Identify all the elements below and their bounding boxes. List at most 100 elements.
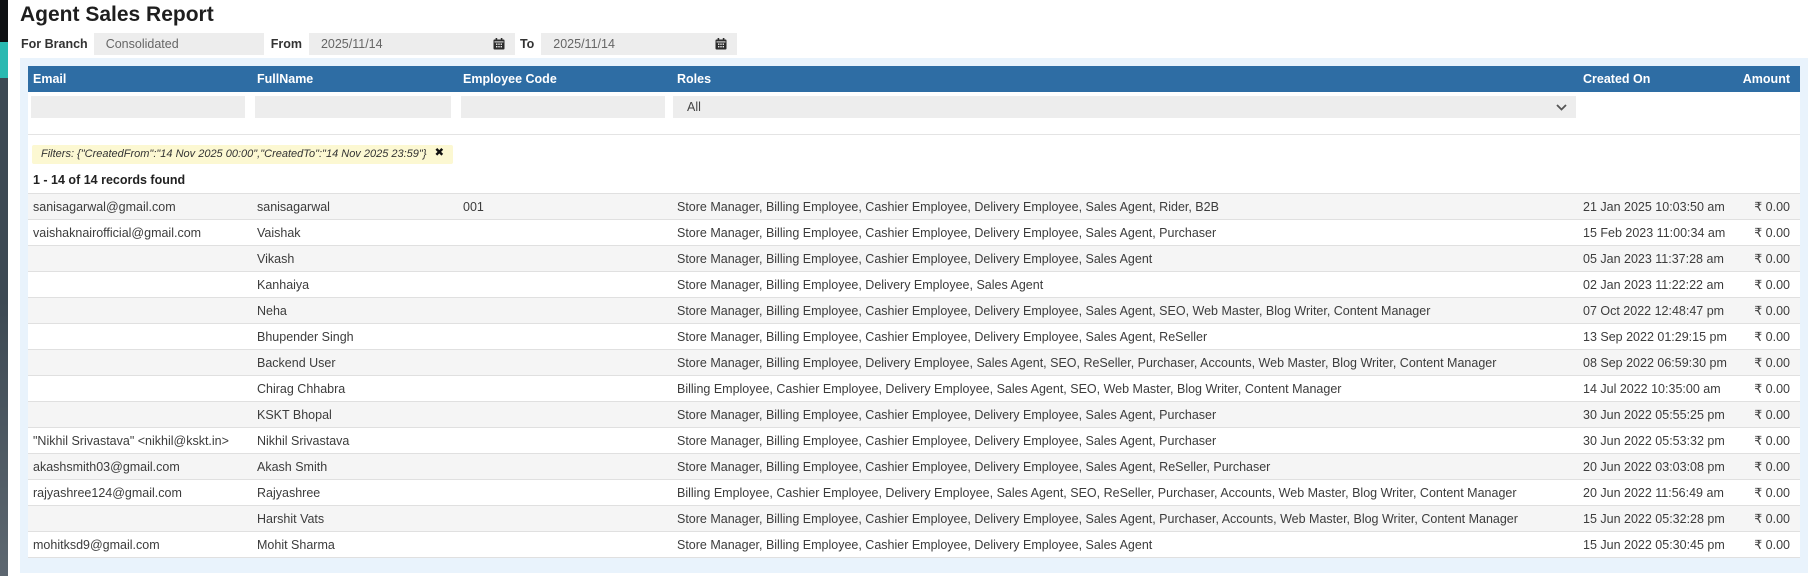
cell-employee-code bbox=[458, 375, 672, 402]
table-row: mohitksd9@gmail.com Mohit Sharma Store M… bbox=[28, 531, 1800, 558]
cell-employee-code bbox=[458, 245, 672, 272]
results-meta: Filters: {"CreatedFrom":"14 Nov 2025 00:… bbox=[28, 134, 1800, 187]
cell-created-on: 20 Jun 2022 11:56:49 am bbox=[1578, 479, 1735, 506]
page-title: Agent Sales Report bbox=[20, 3, 214, 26]
table-row: akashsmith03@gmail.com Akash Smith Store… bbox=[28, 453, 1800, 480]
cell-fullname: Nikhil Srivastava bbox=[252, 427, 458, 454]
table-row: Backend User Store Manager, Billing Empl… bbox=[28, 349, 1800, 376]
cell-email bbox=[28, 349, 252, 376]
clear-filters-icon[interactable]: ✖ bbox=[435, 148, 445, 160]
table-row: Bhupender Singh Store Manager, Billing E… bbox=[28, 323, 1800, 350]
cell-created-on: 14 Jul 2022 10:35:00 am bbox=[1578, 375, 1735, 402]
cell-roles: Store Manager, Billing Employee, Deliver… bbox=[672, 349, 1578, 376]
records-count: 1 - 14 of 14 records found bbox=[33, 173, 186, 187]
to-date-input[interactable]: 2025/11/14 bbox=[541, 33, 738, 55]
report-controls: For Branch From 2025/11/14 To 2025/11/14 bbox=[21, 33, 1818, 55]
cell-email bbox=[28, 271, 252, 298]
cell-roles: Billing Employee, Cashier Employee, Deli… bbox=[672, 479, 1578, 506]
column-header-created-on[interactable]: Created On bbox=[1578, 66, 1735, 92]
table-row: Chirag Chhabra Billing Employee, Cashier… bbox=[28, 375, 1800, 402]
calendar-icon[interactable] bbox=[715, 38, 727, 50]
cell-employee-code bbox=[458, 349, 672, 376]
active-filters-chip: Filters: {"CreatedFrom":"14 Nov 2025 00:… bbox=[32, 145, 454, 164]
cell-amount: ₹ 0.00 bbox=[1735, 271, 1800, 298]
cell-created-on: 02 Jan 2023 11:22:22 am bbox=[1578, 271, 1735, 298]
cell-amount: ₹ 0.00 bbox=[1735, 453, 1800, 480]
sidebar-active-item-indicator[interactable] bbox=[0, 42, 8, 78]
cell-email bbox=[28, 323, 252, 350]
chevron-down-icon bbox=[1556, 103, 1567, 111]
cell-amount: ₹ 0.00 bbox=[1735, 531, 1800, 558]
cell-email bbox=[28, 245, 252, 272]
table-row: Neha Store Manager, Billing Employee, Ca… bbox=[28, 297, 1800, 324]
table-row: KSKT Bhopal Store Manager, Billing Emplo… bbox=[28, 401, 1800, 428]
cell-roles: Store Manager, Billing Employee, Cashier… bbox=[672, 193, 1578, 220]
cell-roles: Store Manager, Billing Employee, Cashier… bbox=[672, 427, 1578, 454]
sidebar-segment-body bbox=[0, 78, 8, 576]
cell-amount: ₹ 0.00 bbox=[1735, 245, 1800, 272]
table-body: sanisagarwal@gmail.com sanisagarwal 001 … bbox=[28, 193, 1800, 558]
cell-amount: ₹ 0.00 bbox=[1735, 219, 1800, 246]
branch-input[interactable] bbox=[93, 33, 264, 55]
cell-roles: Store Manager, Billing Employee, Cashier… bbox=[672, 297, 1578, 324]
cell-employee-code: 001 bbox=[458, 193, 672, 220]
table-row: Harshit Vats Store Manager, Billing Empl… bbox=[28, 505, 1800, 532]
cell-roles: Store Manager, Billing Employee, Cashier… bbox=[672, 505, 1578, 532]
cell-created-on: 08 Sep 2022 06:59:30 pm bbox=[1578, 349, 1735, 376]
column-header-fullname[interactable]: FullName bbox=[252, 66, 458, 92]
cell-amount: ₹ 0.00 bbox=[1735, 505, 1800, 532]
cell-employee-code bbox=[458, 453, 672, 480]
roles-filter-select[interactable]: All bbox=[673, 96, 1576, 118]
cell-fullname: Kanhaiya bbox=[252, 271, 458, 298]
table-row: Kanhaiya Store Manager, Billing Employee… bbox=[28, 271, 1800, 298]
calendar-icon[interactable] bbox=[493, 38, 505, 50]
cell-employee-code bbox=[458, 479, 672, 506]
cell-email bbox=[28, 375, 252, 402]
cell-email bbox=[28, 505, 252, 532]
column-header-roles[interactable]: Roles bbox=[672, 66, 1578, 92]
cell-amount: ₹ 0.00 bbox=[1735, 349, 1800, 376]
cell-roles: Store Manager, Billing Employee, Cashier… bbox=[672, 401, 1578, 428]
cell-roles: Billing Employee, Cashier Employee, Deli… bbox=[672, 375, 1578, 402]
cell-employee-code bbox=[458, 297, 672, 324]
cell-created-on: 20 Jun 2022 03:03:08 pm bbox=[1578, 453, 1735, 480]
cell-fullname: Backend User bbox=[252, 349, 458, 376]
cell-roles: Store Manager, Billing Employee, Cashier… bbox=[672, 245, 1578, 272]
cell-created-on: 30 Jun 2022 05:53:32 pm bbox=[1578, 427, 1735, 454]
cell-amount: ₹ 0.00 bbox=[1735, 297, 1800, 324]
cell-fullname: Vaishak bbox=[252, 219, 458, 246]
cell-roles: Store Manager, Billing Employee, Cashier… bbox=[672, 531, 1578, 558]
cell-email bbox=[28, 297, 252, 324]
cell-fullname: Chirag Chhabra bbox=[252, 375, 458, 402]
table-row: "Nikhil Srivastava" <nikhil@kskt.in> Nik… bbox=[28, 427, 1800, 454]
collapsed-sidebar[interactable] bbox=[0, 0, 8, 576]
cell-amount: ₹ 0.00 bbox=[1735, 375, 1800, 402]
cell-employee-code bbox=[458, 323, 672, 350]
from-date-input[interactable]: 2025/11/14 bbox=[308, 33, 515, 55]
cell-employee-code bbox=[458, 401, 672, 428]
cell-amount: ₹ 0.00 bbox=[1735, 193, 1800, 220]
column-header-employee-code[interactable]: Employee Code bbox=[458, 66, 672, 92]
cell-roles: Store Manager, Billing Employee, Cashier… bbox=[672, 219, 1578, 246]
branch-label: For Branch bbox=[21, 37, 88, 51]
cell-amount: ₹ 0.00 bbox=[1735, 401, 1800, 428]
cell-email: sanisagarwal@gmail.com bbox=[28, 193, 252, 220]
column-header-email[interactable]: Email bbox=[28, 66, 252, 92]
cell-created-on: 07 Oct 2022 12:48:47 pm bbox=[1578, 297, 1735, 324]
email-filter-input[interactable] bbox=[31, 96, 245, 118]
column-header-amount[interactable]: Amount bbox=[1735, 66, 1800, 92]
from-date-value: 2025/11/14 bbox=[320, 37, 383, 51]
cell-employee-code bbox=[458, 219, 672, 246]
from-label: From bbox=[270, 37, 302, 51]
employee-code-filter-input[interactable] bbox=[461, 96, 665, 118]
fullname-filter-input[interactable] bbox=[255, 96, 451, 118]
table-row: Vikash Store Manager, Billing Employee, … bbox=[28, 245, 1800, 272]
table-row: vaishaknairofficial@gmail.com Vaishak St… bbox=[28, 219, 1800, 246]
cell-fullname: Bhupender Singh bbox=[252, 323, 458, 350]
cell-email: vaishaknairofficial@gmail.com bbox=[28, 219, 252, 246]
cell-roles: Store Manager, Billing Employee, Cashier… bbox=[672, 453, 1578, 480]
report-page: Agent Sales Report For Branch From 2025/… bbox=[8, 3, 1818, 573]
cell-created-on: 15 Feb 2023 11:00:34 am bbox=[1578, 219, 1735, 246]
cell-email: rajyashree124@gmail.com bbox=[28, 479, 252, 506]
table-header: Email FullName Employee Code Roles Creat… bbox=[28, 66, 1800, 122]
